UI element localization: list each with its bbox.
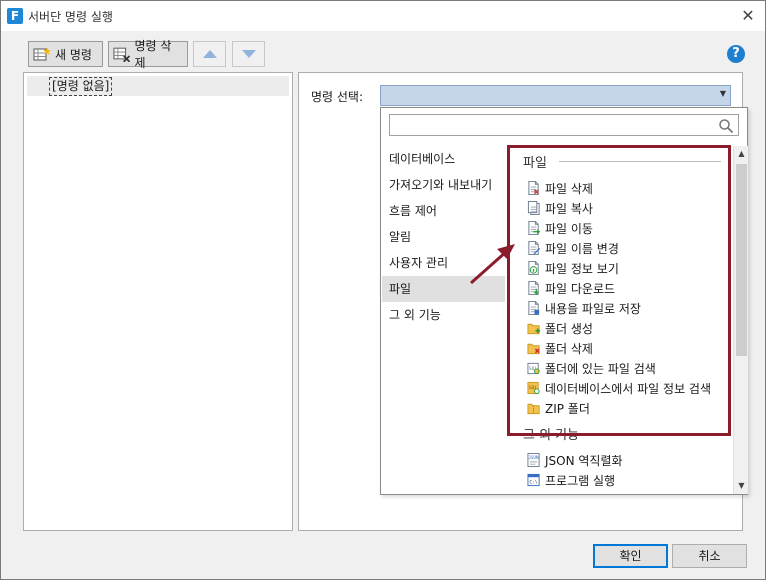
new-command-icon bbox=[33, 47, 51, 61]
category-item[interactable]: 흐름 제어 bbox=[382, 198, 505, 224]
category-item[interactable]: 가져오기와 내보내기 bbox=[382, 172, 505, 198]
close-icon[interactable]: ✕ bbox=[737, 5, 759, 27]
arrow-up-icon bbox=[202, 50, 217, 58]
command-search-input[interactable] bbox=[392, 116, 712, 134]
command-list-item[interactable]: JSON JSON 역직렬화 bbox=[527, 450, 623, 470]
svg-text:JSON: JSON bbox=[528, 455, 539, 460]
command-tree-panel: [명령 없음] bbox=[23, 72, 293, 531]
scroll-thumb[interactable] bbox=[736, 164, 747, 356]
empty-command-item[interactable]: [명령 없음] bbox=[49, 77, 113, 96]
command-list-item[interactable]: C:\ 프로그램 실행 bbox=[527, 470, 615, 490]
move-down-button[interactable] bbox=[232, 41, 265, 67]
ok-button[interactable]: 확인 bbox=[593, 544, 668, 568]
window-title: 서버단 명령 실행 bbox=[28, 10, 113, 24]
arrow-down-icon bbox=[241, 50, 256, 58]
annotation-arrow-icon bbox=[470, 244, 515, 285]
chevron-down-icon[interactable]: ▼ bbox=[720, 89, 726, 98]
new-command-label: 새 명령 bbox=[55, 47, 92, 62]
command-search-box[interactable] bbox=[389, 114, 739, 136]
help-icon[interactable]: ? bbox=[727, 45, 745, 63]
svg-text:C:\: C:\ bbox=[529, 479, 538, 485]
new-command-button[interactable]: 새 명령 bbox=[28, 41, 103, 67]
json-icon: JSON bbox=[527, 453, 540, 467]
program-run-icon: C:\ bbox=[527, 473, 540, 487]
scrollbar[interactable]: ▲ ▼ bbox=[733, 146, 748, 494]
search-icon bbox=[719, 119, 734, 134]
delete-command-button[interactable]: 명령 삭제 bbox=[108, 39, 188, 70]
move-up-button[interactable] bbox=[193, 41, 226, 67]
cancel-button[interactable]: 취소 bbox=[672, 544, 747, 568]
delete-command-icon bbox=[113, 47, 131, 62]
category-item[interactable]: 데이터베이스 bbox=[382, 146, 505, 172]
command-select-dropdown[interactable]: ▼ bbox=[380, 85, 731, 106]
command-item-label: JSON 역직렬화 bbox=[545, 453, 623, 468]
annotation-highlight-box bbox=[507, 145, 731, 436]
category-item[interactable]: 그 외 기능 bbox=[382, 302, 505, 328]
command-item-label: 프로그램 실행 bbox=[545, 473, 616, 488]
scroll-down-icon[interactable]: ▼ bbox=[734, 478, 749, 493]
title-bar: F 서버단 명령 실행 ✕ bbox=[1, 1, 765, 31]
scroll-up-icon[interactable]: ▲ bbox=[734, 146, 749, 161]
delete-command-label: 명령 삭제 bbox=[134, 39, 172, 70]
app-logo-icon: F bbox=[7, 8, 23, 24]
command-select-label: 명령 선택: bbox=[311, 90, 364, 104]
tree-row[interactable]: [명령 없음] bbox=[27, 76, 289, 96]
dialog-window: F 서버단 명령 실행 ✕ 새 명령 명령 삭제 ? [명령 없음] 명령 선택… bbox=[0, 0, 766, 580]
